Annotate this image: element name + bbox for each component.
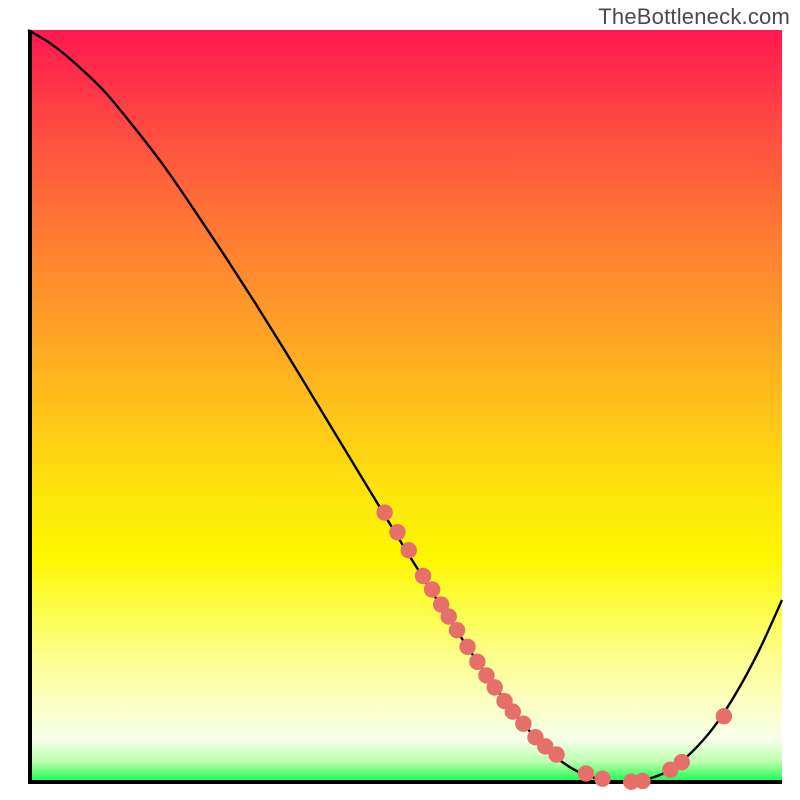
highlight-dot	[594, 771, 610, 787]
plot-area	[28, 30, 782, 784]
highlight-dot	[578, 765, 594, 781]
bottleneck-curve	[28, 30, 782, 782]
highlight-dots-group	[376, 504, 732, 790]
highlight-dot	[401, 542, 417, 558]
highlight-dot	[634, 773, 650, 789]
highlight-dot	[469, 654, 485, 670]
highlight-dot	[389, 524, 405, 540]
highlight-dot	[674, 754, 690, 770]
highlight-dot	[415, 568, 431, 584]
attribution-text: TheBottleneck.com	[598, 4, 790, 30]
highlight-dot	[487, 679, 503, 695]
highlight-dot	[548, 746, 564, 762]
highlight-dot	[449, 622, 465, 638]
highlight-dot	[424, 581, 440, 597]
highlight-dot	[515, 715, 531, 731]
highlight-dot	[376, 504, 392, 520]
chart-container: TheBottleneck.com	[0, 0, 800, 800]
highlight-dot	[716, 708, 732, 724]
highlight-dot	[459, 639, 475, 655]
chart-svg	[28, 30, 782, 784]
highlight-dot	[441, 608, 457, 624]
